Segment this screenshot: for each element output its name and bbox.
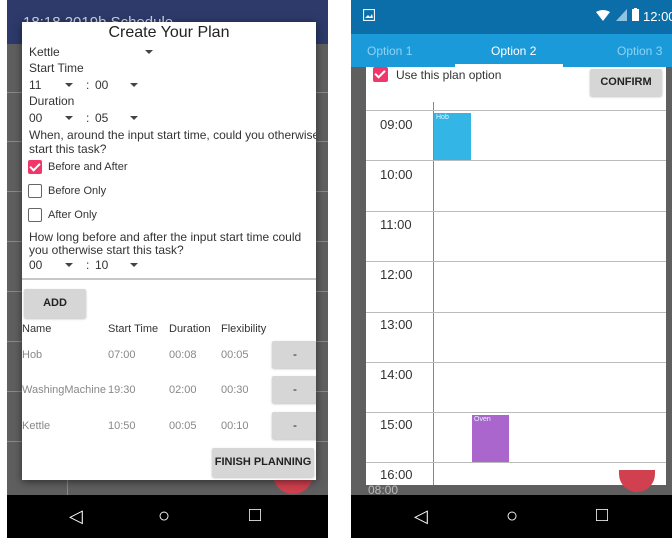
home-icon[interactable]: ○ <box>158 505 170 528</box>
tab-option-3[interactable]: Option 3 <box>617 44 662 58</box>
row-duration: 02:00 <box>169 384 197 396</box>
hour-divider <box>366 462 666 463</box>
signal-icon <box>616 9 627 21</box>
hour-label: 15:00 <box>380 417 413 432</box>
column-header-start-time: Start Time <box>108 323 159 335</box>
chevron-down-icon[interactable] <box>145 50 153 54</box>
hour-label: 10:00 <box>380 167 413 182</box>
hour-divider <box>366 160 666 161</box>
hour-divider <box>366 211 666 212</box>
before-only-checkbox[interactable] <box>28 184 42 198</box>
image-notification-icon <box>363 9 375 21</box>
flexibility-question-line2: you otherwise start this task? <box>29 243 184 257</box>
hour-label: 11:00 <box>380 217 412 232</box>
column-header-name: Name <box>22 323 52 335</box>
before-and-after-label: Before and After <box>48 161 128 173</box>
section-divider <box>22 278 316 280</box>
row-start-time: 19:30 <box>108 384 136 396</box>
hour-divider <box>366 362 666 363</box>
flexibility-question-line1: How long before and after the input star… <box>29 230 302 244</box>
chevron-down-icon[interactable] <box>65 83 73 87</box>
flex-minute-spinner[interactable]: 10 <box>95 258 108 272</box>
home-icon[interactable]: ○ <box>506 505 518 528</box>
recent-apps-icon[interactable]: □ <box>596 504 608 527</box>
row-start-time: 10:50 <box>108 420 136 432</box>
recent-apps-icon[interactable]: □ <box>249 504 261 527</box>
battery-icon <box>632 8 639 21</box>
use-plan-checkbox[interactable] <box>373 67 388 82</box>
navigation-bar: ◁ ○ □ <box>351 495 672 538</box>
remove-row-button[interactable]: - <box>272 412 316 439</box>
chevron-down-icon[interactable] <box>65 116 73 120</box>
start-hour-spinner[interactable]: 11 <box>29 78 41 92</box>
status-bar: 12:00 <box>351 0 672 34</box>
hour-divider <box>366 412 666 413</box>
hour-label: 13:00 <box>380 317 413 332</box>
chevron-down-icon[interactable] <box>130 116 138 120</box>
row-start-time: 07:00 <box>108 349 136 361</box>
status-time: 12:00 <box>643 9 672 24</box>
hour-label: 14:00 <box>380 367 413 382</box>
hour-divider <box>366 312 666 313</box>
before-and-after-checkbox[interactable] <box>28 160 42 174</box>
chevron-down-icon[interactable] <box>130 83 138 87</box>
row-name: Kettle <box>22 420 51 432</box>
hour-divider <box>366 261 666 262</box>
remove-row-button[interactable]: - <box>272 341 316 368</box>
wifi-icon <box>596 10 610 21</box>
start-time-label: Start Time <box>29 61 84 75</box>
remove-row-button[interactable]: - <box>272 376 316 403</box>
hour-divider <box>366 110 666 111</box>
row-name: WashingMachine <box>22 384 106 396</box>
row-flexibility: 00:30 <box>221 384 249 396</box>
schedule-block-oven[interactable]: Oven <box>472 415 509 462</box>
create-plan-dialog: Create Your Plan Kettle Start Time 11 : … <box>22 22 316 480</box>
tab-option-2[interactable]: Option 2 <box>491 44 536 58</box>
after-only-label: After Only <box>48 209 97 221</box>
navigation-bar: ◁ ○ □ <box>7 495 328 538</box>
back-icon[interactable]: ◁ <box>69 506 83 527</box>
row-flexibility: 00:10 <box>221 420 249 432</box>
after-only-checkbox[interactable] <box>28 208 42 222</box>
time-separator: : <box>86 258 90 272</box>
tab-option-1[interactable]: Option 1 <box>367 44 412 58</box>
schedule-block-label: Hob <box>436 114 449 121</box>
back-icon[interactable]: ◁ <box>414 506 428 527</box>
chevron-down-icon[interactable] <box>65 263 73 267</box>
row-flexibility: 00:05 <box>221 349 249 361</box>
row-duration: 00:08 <box>169 349 197 361</box>
add-fab-button[interactable] <box>619 470 655 492</box>
schedule-block-label: Oven <box>474 416 491 423</box>
finish-planning-button[interactable]: FINISH PLANNING <box>212 448 314 477</box>
start-minute-spinner[interactable]: 00 <box>95 78 108 92</box>
time-separator: : <box>86 111 90 125</box>
hour-label: 12:00 <box>380 267 413 282</box>
reschedule-question-line2: start this task? <box>29 142 107 156</box>
chevron-down-icon[interactable] <box>130 263 138 267</box>
flex-hour-spinner[interactable]: 00 <box>29 258 42 272</box>
use-plan-label: Use this plan option <box>396 68 502 82</box>
appliance-spinner-value[interactable]: Kettle <box>29 45 60 59</box>
duration-label: Duration <box>29 94 75 108</box>
row-name: Hob <box>22 349 43 361</box>
schedule-content: Use this plan option CONFIRM 09:00 10:00… <box>366 67 666 485</box>
column-header-duration: Duration <box>169 323 211 335</box>
duration-hour-spinner[interactable]: 00 <box>29 111 42 125</box>
column-header-flexibility: Flexibility <box>221 323 267 335</box>
add-button[interactable]: ADD <box>24 289 86 318</box>
left-phone-screen: 18:18 2019b Schedule Create Your Plan Ke… <box>7 0 328 538</box>
reschedule-question-line1: When, around the input start time, could… <box>29 128 316 142</box>
hour-label: 16:00 <box>380 467 413 482</box>
schedule-block-hob[interactable]: Hob <box>434 113 471 160</box>
confirm-button[interactable]: CONFIRM <box>590 69 662 96</box>
right-phone-screen: 12:00 Option 1 Option 2 Option 3 Use thi… <box>351 0 672 538</box>
hour-label: 09:00 <box>380 117 413 132</box>
before-only-label: Before Only <box>48 185 107 197</box>
dialog-title: Create Your Plan <box>108 24 230 41</box>
row-duration: 00:05 <box>169 420 197 432</box>
duration-minute-spinner[interactable]: 05 <box>95 111 108 125</box>
time-separator: : <box>86 78 90 92</box>
